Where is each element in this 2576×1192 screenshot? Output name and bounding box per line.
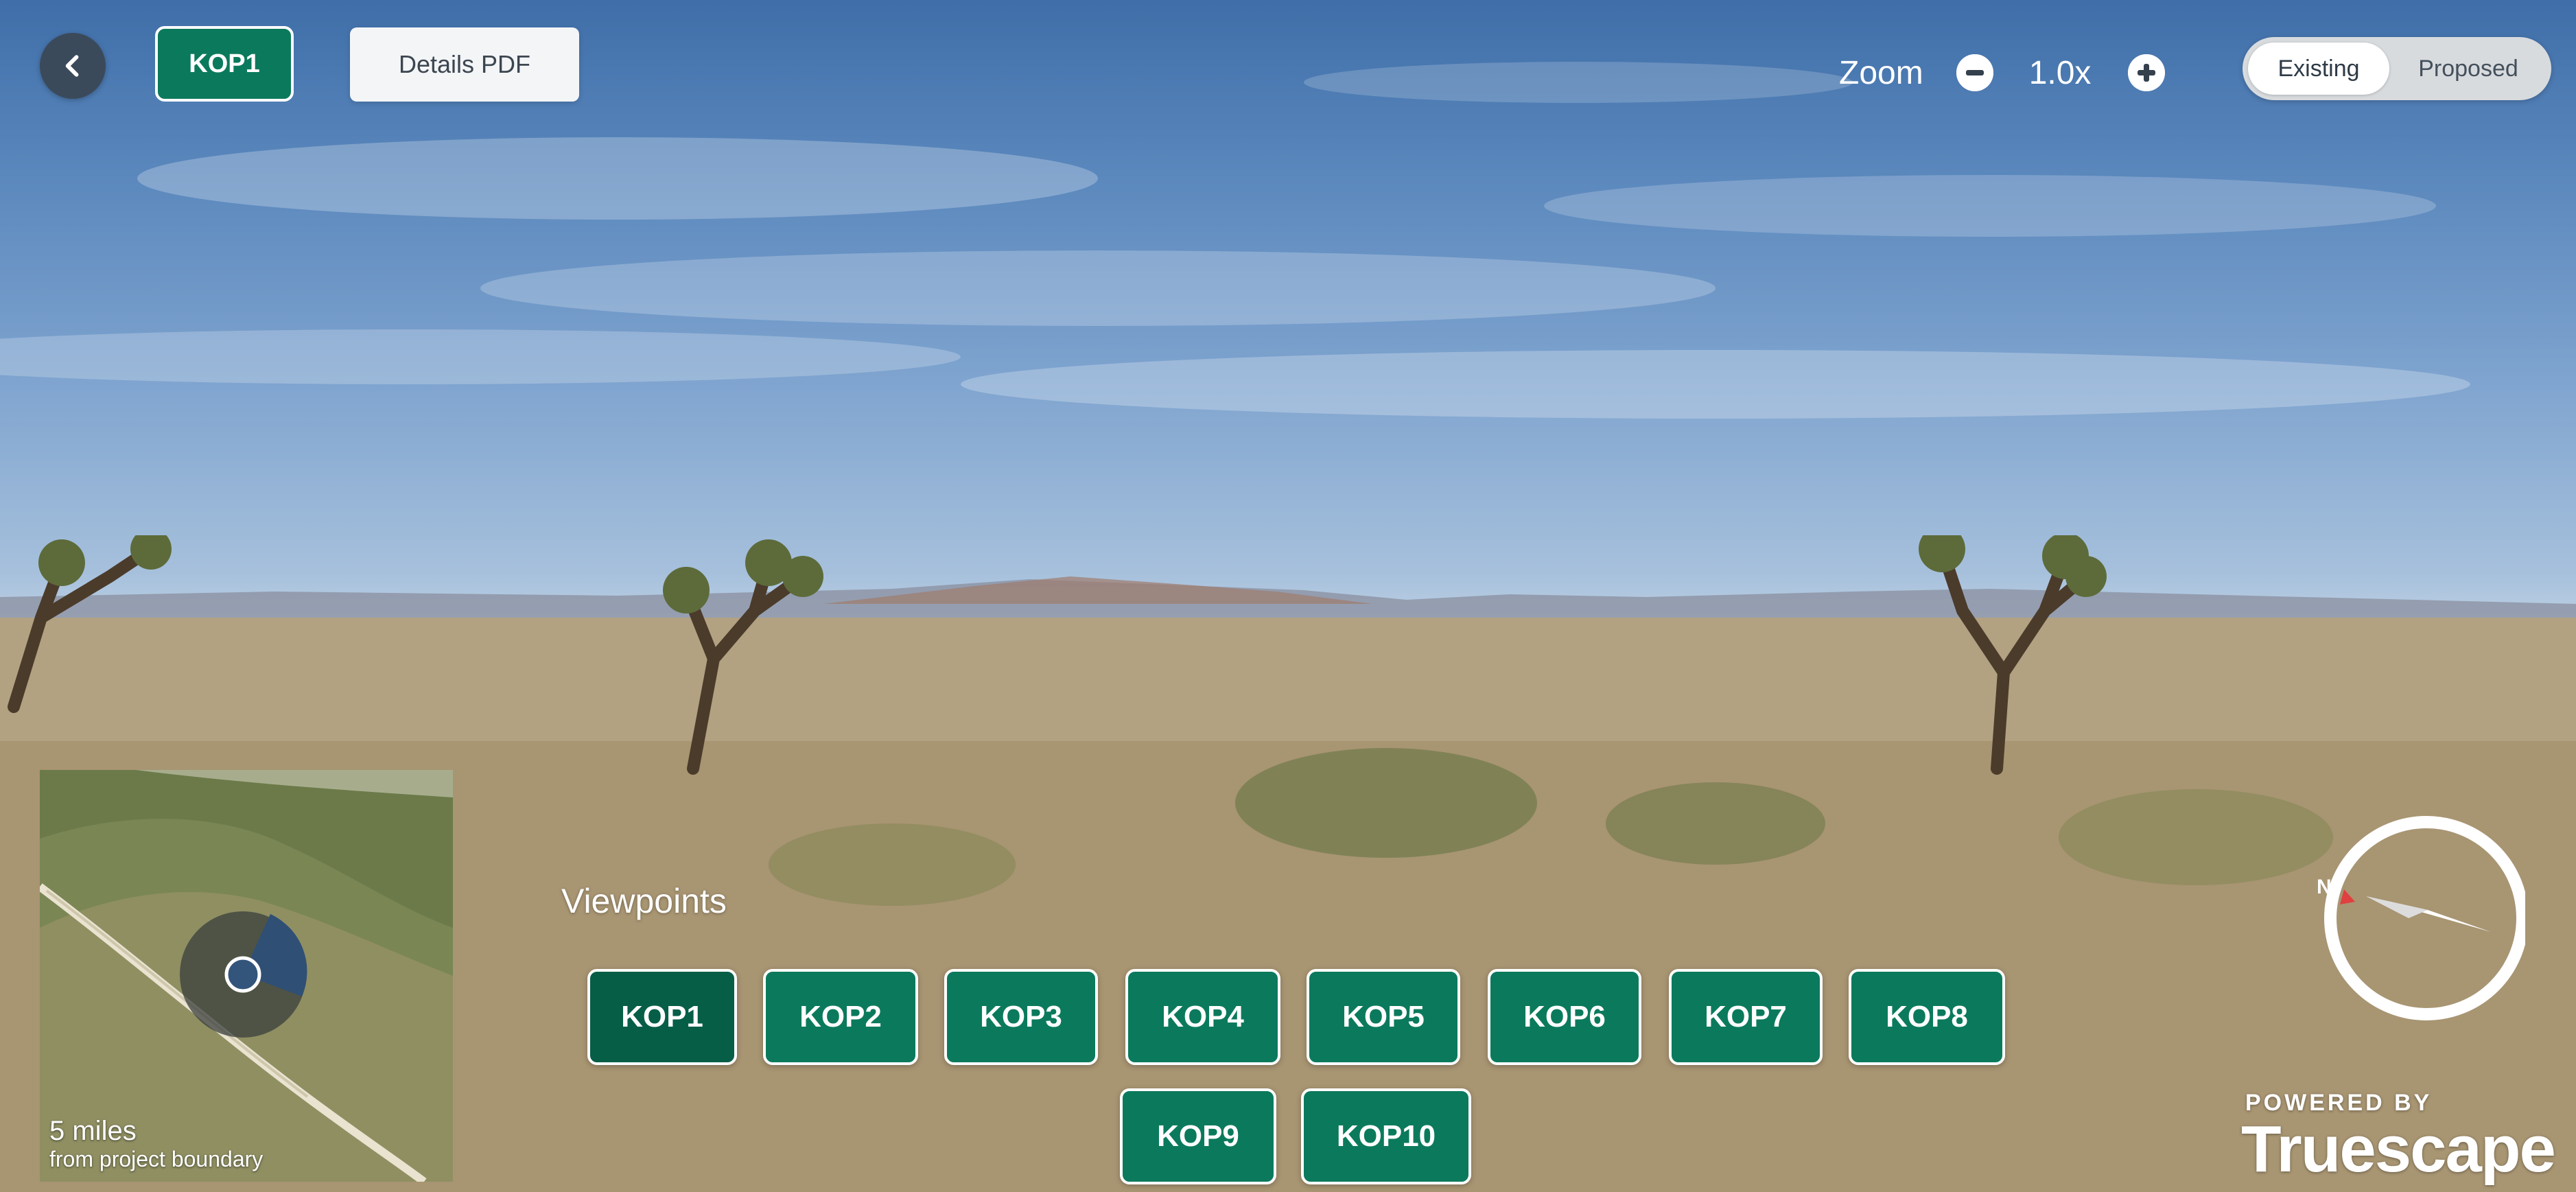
viewpoint-button-kop1[interactable]: KOP1 [587,969,737,1065]
details-pdf-button[interactable]: Details PDF [350,27,579,102]
viewpoint-button-kop10[interactable]: KOP10 [1301,1088,1471,1184]
existing-proposed-toggle: Existing Proposed [2243,37,2551,100]
zoom-label: Zoom [1839,54,1923,91]
viewpoint-button-kop8[interactable]: KOP8 [1849,969,2005,1065]
viewpoint-button-kop7[interactable]: KOP7 [1669,969,1823,1065]
back-button[interactable] [40,33,106,99]
viewpoint-button-kop4[interactable]: KOP4 [1125,969,1280,1065]
minus-circle-icon [1956,54,1993,91]
toggle-existing[interactable]: Existing [2248,43,2389,95]
chevron-left-icon [65,55,79,77]
viewpoint-button-kop2[interactable]: KOP2 [763,969,918,1065]
current-viewpoint-chip[interactable]: KOP1 [155,26,294,102]
zoom-out-button[interactable] [1956,54,1993,91]
viewpoint-button-kop6[interactable]: KOP6 [1488,969,1641,1065]
zoom-level: 1.0x [2028,54,2092,91]
truescape-logo: POWERED BY Truescape [2241,1090,2556,1186]
minimap-subtitle: from project boundary [49,1147,264,1171]
location-minimap[interactable]: 5 miles from project boundary [40,770,453,1182]
viewpoints-heading: Viewpoints [561,882,727,920]
compass-icon: N [2317,816,2529,1020]
plus-circle-icon [2128,54,2166,91]
zoom-in-button[interactable] [2128,54,2166,91]
toggle-proposed[interactable]: Proposed [2392,43,2544,95]
viewpoint-button-kop3[interactable]: KOP3 [944,969,1098,1065]
viewpoint-button-kop5[interactable]: KOP5 [1307,969,1460,1065]
compass-north-label: N [2317,876,2332,898]
zoom-control: Zoom 1.0x [1839,45,2166,100]
brand-name: Truescape [2241,1112,2556,1186]
compass[interactable]: N [2306,808,2529,1028]
viewpoint-button-kop9[interactable]: KOP9 [1120,1088,1276,1184]
minimap-caption: 5 miles from project boundary [49,1116,263,1172]
minimap-distance: 5 miles [49,1116,137,1146]
